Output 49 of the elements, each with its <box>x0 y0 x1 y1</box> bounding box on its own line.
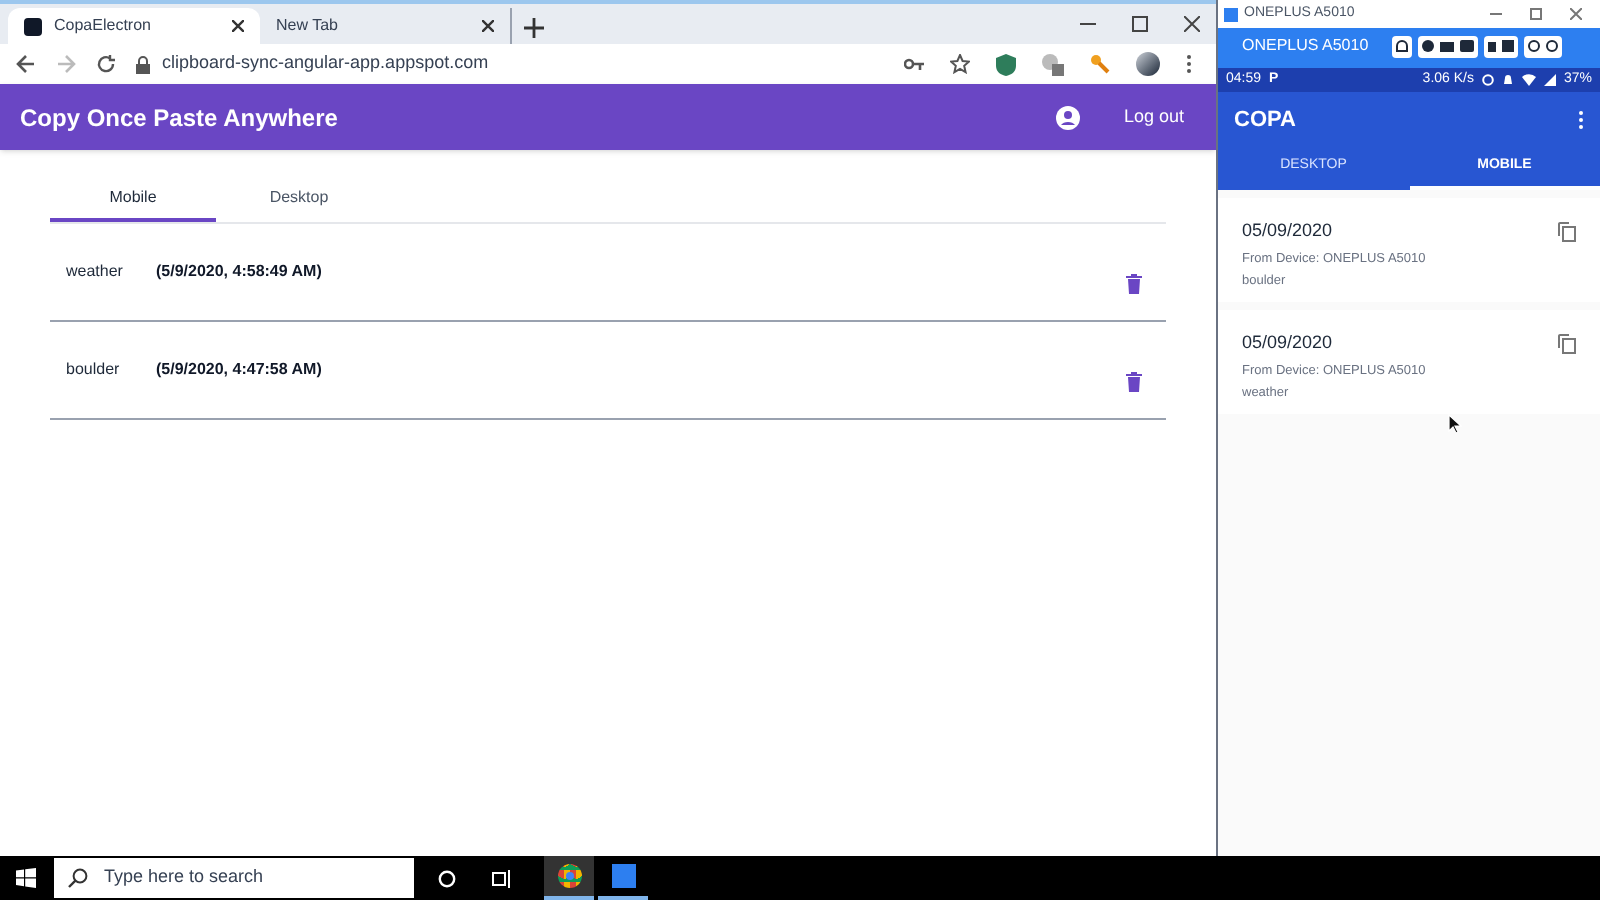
key-icon[interactable] <box>904 58 924 70</box>
profile-avatar[interactable] <box>1136 52 1160 76</box>
clip-timestamp: (5/9/2020, 4:58:49 AM) <box>156 260 322 284</box>
bell-icon <box>1501 74 1514 86</box>
back-icon[interactable] <box>16 54 36 74</box>
minimize-icon[interactable] <box>1490 8 1502 20</box>
windows-start-icon[interactable] <box>16 868 36 888</box>
cortana-icon[interactable] <box>438 869 456 887</box>
close-tab-icon[interactable] <box>482 20 494 32</box>
delete-icon[interactable] <box>1126 274 1142 294</box>
close-icon[interactable] <box>1184 16 1200 32</box>
clip-timestamp: (5/9/2020, 4:47:58 AM) <box>156 358 322 382</box>
browser-tab[interactable]: CopaElectron <box>8 8 260 44</box>
key-extension-icon[interactable] <box>1090 54 1110 74</box>
clip-date: 05/09/2020 <box>1242 330 1335 356</box>
star-icon[interactable] <box>950 54 970 74</box>
shield-extension-icon[interactable] <box>996 53 1016 75</box>
account-icon[interactable] <box>1055 105 1080 129</box>
chrome-taskbar-icon[interactable] <box>544 856 594 900</box>
app-title: Copy Once Paste Anywhere <box>20 101 338 135</box>
clip-text: boulder <box>66 358 122 382</box>
maximize-icon[interactable] <box>1132 16 1148 32</box>
maximize-icon[interactable] <box>1530 8 1542 20</box>
wifi-icon <box>1521 74 1536 86</box>
clip-date: 05/09/2020 <box>1242 218 1335 244</box>
reload-icon[interactable] <box>96 54 116 74</box>
task-view-icon[interactable] <box>492 869 512 887</box>
logout-button[interactable]: Log out <box>1123 103 1184 131</box>
more-options-icon[interactable] <box>1578 110 1584 130</box>
clip-text: weather <box>66 260 125 284</box>
signal-icon <box>1543 74 1556 86</box>
search-icon <box>68 868 88 888</box>
menu-icon[interactable] <box>1186 54 1192 74</box>
view-tab[interactable]: Mobile <box>50 178 216 222</box>
alarm-icon <box>1481 74 1494 86</box>
app-title: COPA <box>1234 105 1296 136</box>
extension-icon[interactable] <box>1042 53 1064 75</box>
new-tab-icon[interactable] <box>524 18 548 38</box>
search-placeholder: Type here to search <box>104 864 264 891</box>
angular-logo-icon <box>24 17 42 35</box>
taskbar-search-field[interactable]: Type here to search <box>54 858 414 898</box>
delete-icon[interactable] <box>1126 372 1142 392</box>
lock-icon <box>136 55 150 73</box>
url-field[interactable]: clipboard-sync-angular-app.appspot.com <box>162 50 489 78</box>
device-name: ONEPLUS A5010 <box>1242 34 1369 58</box>
app-icon <box>1224 7 1238 21</box>
view-tab[interactable]: Desktop <box>216 178 382 222</box>
close-icon[interactable] <box>1570 8 1582 20</box>
close-tab-icon[interactable] <box>232 20 244 32</box>
